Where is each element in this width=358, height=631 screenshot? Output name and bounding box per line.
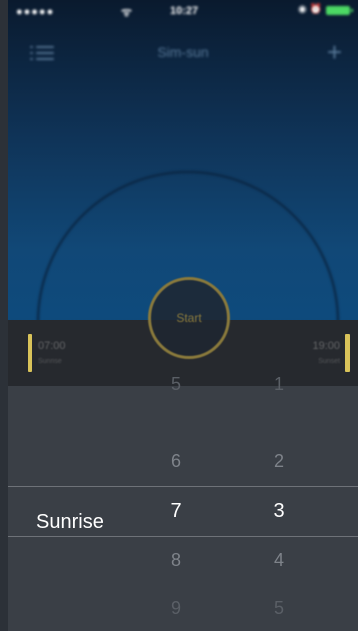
picker-col1-item[interactable]: 6 bbox=[156, 451, 196, 472]
picker-col1-item[interactable]: 8 bbox=[156, 550, 196, 571]
time-picker[interactable]: Sunrise 5 6 7 8 9 1 2 3 4 5 bbox=[8, 374, 358, 631]
picker-col1-item[interactable]: 5 bbox=[156, 374, 196, 395]
picker-col1-selected[interactable]: 7 bbox=[156, 500, 196, 523]
app-screen: ●●●●● ᯤ 10:27 ◉ ⏰ Sim-sun + 07:00 Sunris… bbox=[8, 0, 358, 631]
signal-icon: ●●●●● bbox=[16, 6, 55, 18]
picker-col2-item[interactable]: 2 bbox=[259, 451, 299, 472]
picker-col1-item[interactable]: 9 bbox=[156, 598, 196, 619]
navbar: Sim-sun + bbox=[8, 36, 358, 70]
sunrise-handle[interactable] bbox=[28, 334, 32, 372]
picker-col2-item[interactable]: 1 bbox=[259, 374, 299, 395]
sunset-handle[interactable] bbox=[345, 334, 350, 372]
picker-col2-item[interactable]: 5 bbox=[259, 598, 299, 619]
status-time: 10:27 bbox=[170, 5, 199, 17]
add-button[interactable]: + bbox=[327, 37, 342, 68]
picker-divider-top bbox=[8, 486, 358, 487]
sunrise-time: 07:00 bbox=[38, 340, 66, 352]
battery-icon bbox=[326, 6, 353, 15]
picker-divider-bottom bbox=[8, 536, 358, 537]
picker-selected-label: Sunrise bbox=[36, 511, 104, 533]
status-bar: ●●●●● ᯤ 10:27 ◉ ⏰ bbox=[8, 0, 358, 22]
sunset-time: 19:00 bbox=[312, 340, 340, 352]
wifi-icon: ᯤ bbox=[121, 5, 132, 19]
picker-col2-item[interactable]: 4 bbox=[259, 550, 299, 571]
sunrise-label: Sunrise bbox=[38, 358, 62, 365]
status-icons: ◉ ⏰ bbox=[298, 4, 322, 15]
page-title: Sim-sun bbox=[157, 44, 209, 60]
picker-col2-selected[interactable]: 3 bbox=[259, 500, 299, 523]
sunset-label: Sunset bbox=[318, 358, 340, 365]
start-button[interactable]: Start bbox=[148, 277, 230, 359]
